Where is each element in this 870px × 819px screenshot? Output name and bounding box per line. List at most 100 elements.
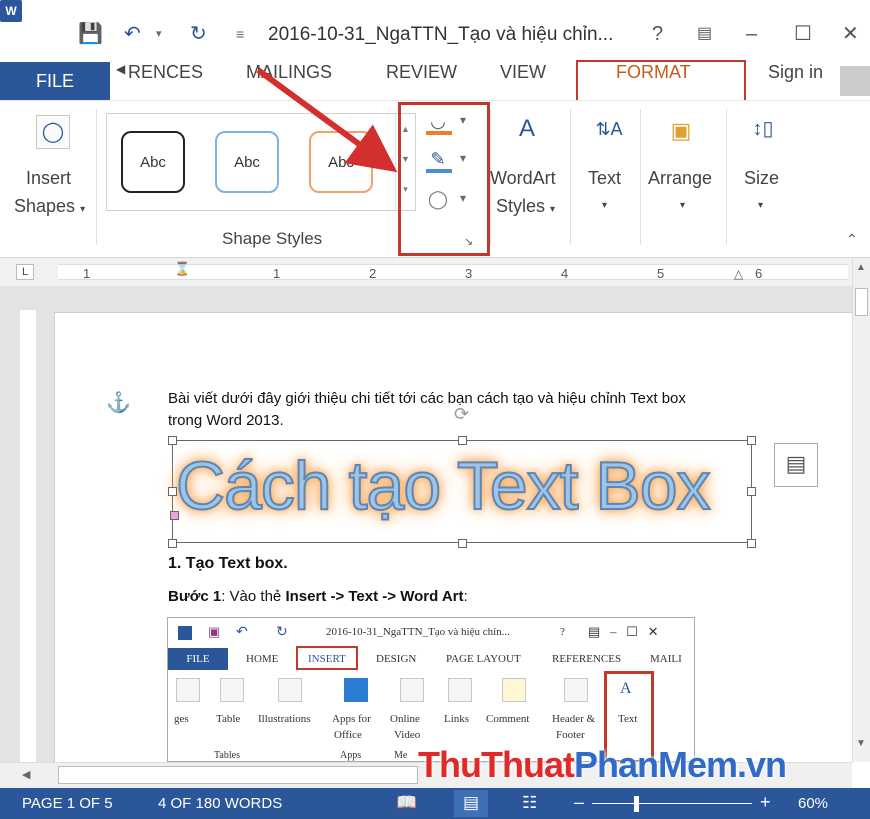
shape-style-swatch[interactable]: Abc xyxy=(215,131,279,193)
mini-group-label: Comment xyxy=(486,713,530,725)
maximize-button[interactable]: ☐ xyxy=(794,22,812,46)
shape-format-highlight xyxy=(398,102,490,256)
vertical-scrollbar[interactable]: ▲ ▼ xyxy=(852,258,870,762)
resize-handle[interactable] xyxy=(747,539,756,548)
zoom-slider[interactable] xyxy=(592,803,752,804)
shape-style-swatch[interactable]: Abc xyxy=(309,131,373,193)
insert-shapes-label[interactable]: Insert xyxy=(26,165,71,191)
chevron-down-icon[interactable]: ▾ xyxy=(758,193,763,219)
tab-review[interactable]: REVIEW xyxy=(386,62,457,100)
vertical-ruler[interactable] xyxy=(20,310,36,762)
mini-tab: MAILI xyxy=(650,653,682,665)
resize-handle[interactable] xyxy=(168,487,177,496)
minimize-button[interactable]: – xyxy=(746,22,757,46)
tab-scroll-left-icon[interactable]: ◀ xyxy=(116,62,125,100)
print-layout-icon[interactable]: ▤ xyxy=(454,790,488,817)
mini-help: ? xyxy=(560,626,565,638)
scroll-down-icon[interactable]: ▼ xyxy=(856,738,866,749)
shape-style-swatch[interactable]: Abc xyxy=(121,131,185,193)
adjust-handle[interactable] xyxy=(170,511,179,520)
mini-tab: REFERENCES xyxy=(552,653,622,665)
status-bar: PAGE 1 OF 5 4 OF 180 WORDS 📖 ▤ ☷ – + 60% xyxy=(0,788,870,819)
wordart-styles-label[interactable]: WordArt xyxy=(490,165,556,191)
avatar[interactable] xyxy=(840,66,870,96)
undo-icon[interactable]: ↶ xyxy=(124,22,141,46)
mini-comment-icon xyxy=(502,678,526,702)
insert-shapes-icon[interactable]: ◯ xyxy=(36,115,70,149)
divider xyxy=(570,109,571,245)
tab-file[interactable]: FILE xyxy=(0,62,110,100)
sign-in-link[interactable]: Sign in xyxy=(768,62,823,100)
web-layout-icon[interactable]: ☷ xyxy=(522,793,537,813)
tab-selector-icon[interactable]: L xyxy=(16,264,34,280)
resize-handle[interactable] xyxy=(168,539,177,548)
resize-handle[interactable] xyxy=(747,436,756,445)
zoom-level[interactable]: 60% xyxy=(798,795,828,812)
zoom-in-button[interactable]: + xyxy=(760,792,771,813)
shape-styles-gallery[interactable]: Abc Abc Abc ▲ ▼ ▾ xyxy=(106,113,416,211)
wordart-styles-label-2[interactable]: Styles ▾ xyxy=(496,193,555,223)
layout-options-icon[interactable]: ▤ xyxy=(774,443,818,487)
arrange-group-label[interactable]: Arrange xyxy=(648,165,712,191)
text-group-label[interactable]: Text xyxy=(588,165,621,191)
anchor-icon[interactable]: ⚓ xyxy=(106,390,131,415)
ruler-number: 1 xyxy=(83,266,91,281)
chevron-down-icon[interactable]: ▾ xyxy=(680,193,685,219)
mini-table-icon xyxy=(220,678,244,702)
tab-references[interactable]: RENCES xyxy=(128,62,203,100)
collapse-ribbon-icon[interactable]: ⌃ xyxy=(846,231,858,248)
resize-handle[interactable] xyxy=(458,436,467,445)
step-path: Insert -> Text -> Word Art xyxy=(285,588,464,605)
word-count[interactable]: 4 OF 180 WORDS xyxy=(158,795,282,812)
tab-view[interactable]: VIEW xyxy=(500,62,546,100)
watermark-logo: ThuThuatPhanMem.vn xyxy=(418,744,787,786)
ruler-number: 3 xyxy=(465,266,473,281)
resize-handle[interactable] xyxy=(168,436,177,445)
help-button[interactable]: ? xyxy=(652,22,663,46)
mini-video-icon xyxy=(400,678,424,702)
wordart-styles-text: Styles xyxy=(496,196,546,216)
scroll-up-icon[interactable]: ▲ xyxy=(856,262,866,273)
scroll-thumb[interactable] xyxy=(58,766,418,784)
zoom-slider-thumb[interactable] xyxy=(634,796,639,812)
mini-group-sub: Apps xyxy=(340,750,362,761)
save-icon[interactable]: 💾 xyxy=(78,22,103,46)
ruler-track: 1 1 2 3 4 5 6 ⌛ △ xyxy=(58,261,848,281)
word-app-icon[interactable]: W xyxy=(0,0,22,22)
size-group-label[interactable]: Size xyxy=(744,165,779,191)
mini-illustrations-icon xyxy=(278,678,302,702)
resize-handle[interactable] xyxy=(747,487,756,496)
chevron-down-icon[interactable]: ▾ xyxy=(602,193,607,219)
insert-shapes-label-2[interactable]: Shapes ▾ xyxy=(14,193,85,223)
tab-mailings[interactable]: MAILINGS xyxy=(246,62,332,100)
mini-group-label-2: Office xyxy=(334,729,362,741)
customize-toolbar-icon[interactable]: ≡ xyxy=(236,22,244,46)
resize-handle[interactable] xyxy=(458,539,467,548)
divider xyxy=(726,109,727,245)
scroll-thumb[interactable] xyxy=(855,288,868,316)
mini-word-icon xyxy=(178,626,192,640)
text-direction-icon[interactable]: ⇅A xyxy=(592,113,626,147)
wordart-styles-icon[interactable]: A xyxy=(510,113,544,147)
undo-dropdown-icon[interactable]: ▾ xyxy=(156,22,162,46)
arrange-icon[interactable]: ▣ xyxy=(664,115,698,149)
mini-group-sub: Tables xyxy=(214,750,240,761)
close-button[interactable]: ✕ xyxy=(842,22,859,46)
ribbon-display-options-icon[interactable]: ▤ xyxy=(697,22,712,46)
page-count[interactable]: PAGE 1 OF 5 xyxy=(22,795,113,812)
zoom-out-button[interactable]: – xyxy=(574,792,584,813)
redo-icon[interactable]: ↻ xyxy=(190,22,207,46)
watermark-part1: ThuThuat xyxy=(418,744,575,785)
mini-doc-title: 2016-10-31_NgaTTN_Tạo và hiệu chỉn... xyxy=(326,626,510,638)
rotate-handle-icon[interactable]: ⟳ xyxy=(454,404,469,425)
horizontal-ruler[interactable]: L 1 1 2 3 4 5 6 ⌛ △ xyxy=(0,258,870,286)
right-indent-marker-icon[interactable]: △ xyxy=(734,267,743,281)
scroll-left-icon[interactable]: ◀ xyxy=(22,768,30,781)
mini-group-label: Table xyxy=(216,713,241,725)
indent-marker-icon[interactable]: ⌛ xyxy=(174,261,190,277)
wordart-text[interactable]: Cách tạo Text Box xyxy=(175,438,756,538)
ruler-number: 1 xyxy=(273,266,281,281)
size-icon[interactable]: ↕▯ xyxy=(746,113,780,147)
read-mode-icon[interactable]: 📖 xyxy=(396,793,417,813)
mini-apps-icon xyxy=(344,678,368,702)
